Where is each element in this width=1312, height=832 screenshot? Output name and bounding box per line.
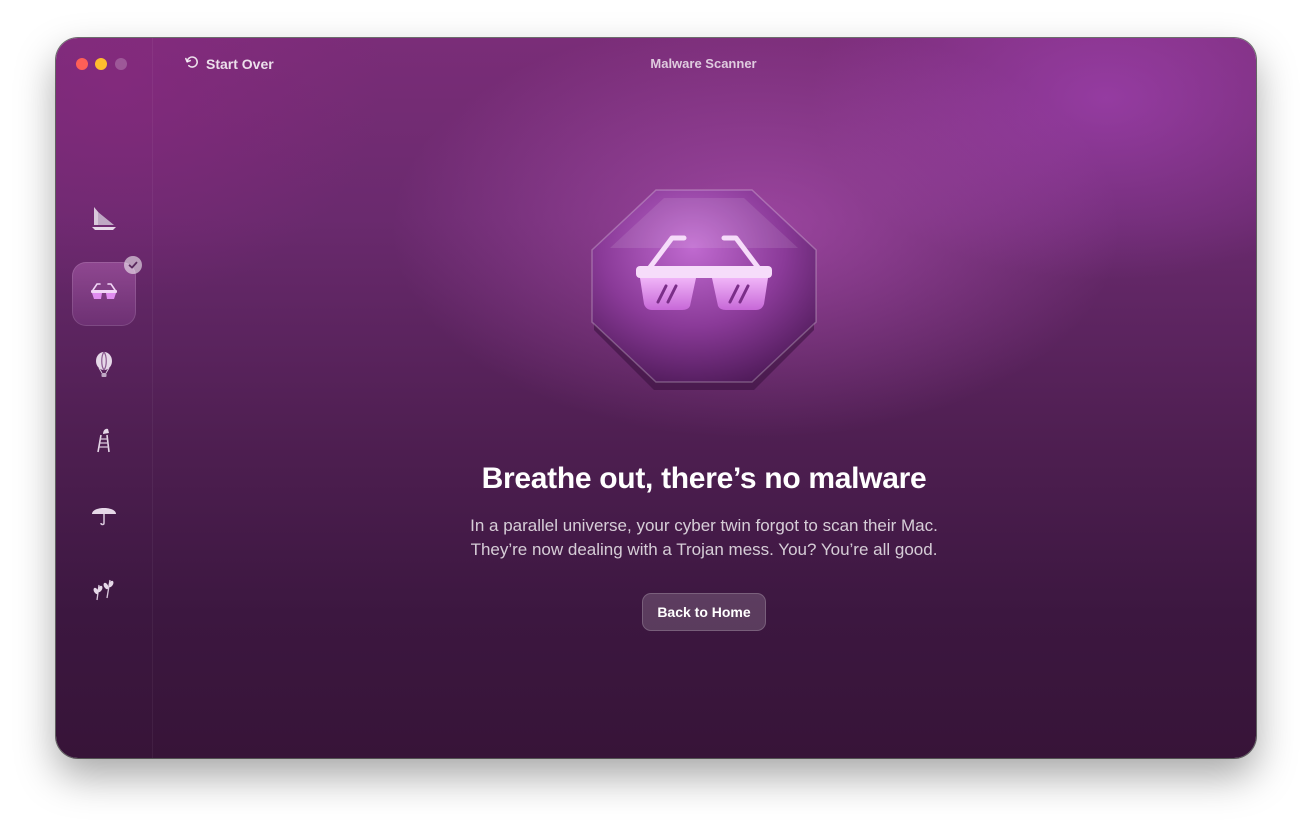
sailboat-icon — [87, 201, 121, 240]
leaves-icon — [87, 571, 121, 610]
umbrella-icon — [87, 497, 121, 536]
checkmark-icon — [124, 256, 142, 274]
sunglasses-icon — [87, 275, 121, 314]
result-description: In a parallel universe, your cyber twin … — [152, 514, 1256, 562]
sidebar-item-leaves[interactable] — [72, 558, 136, 622]
sidebar-item-sunglasses[interactable] — [72, 256, 142, 326]
title-bar: Start Over Malware Scanner — [56, 38, 1256, 90]
sunglasses-shield-icon — [584, 189, 824, 400]
sidebar-item-ladder[interactable] — [72, 410, 136, 474]
hero-illustration — [584, 186, 824, 396]
sidebar-item-umbrella[interactable] — [72, 484, 136, 548]
hot-air-balloon-icon — [87, 349, 121, 388]
sidebar-item-balloon[interactable] — [72, 336, 136, 400]
description-line-2: They’re now dealing with a Trojan mess. … — [470, 540, 938, 559]
sidebar — [56, 38, 153, 758]
description-line-1: In a parallel universe, your cyber twin … — [470, 516, 938, 535]
back-to-home-button[interactable]: Back to Home — [642, 593, 766, 631]
result-headline: Breathe out, there’s no malware — [481, 462, 927, 495]
app-window: Start Over Malware Scanner Breathe out, … — [56, 38, 1256, 758]
sidebar-item-sailboat[interactable] — [72, 188, 136, 252]
window-title: Malware Scanner — [650, 56, 757, 71]
ladder-bird-icon — [87, 423, 121, 462]
